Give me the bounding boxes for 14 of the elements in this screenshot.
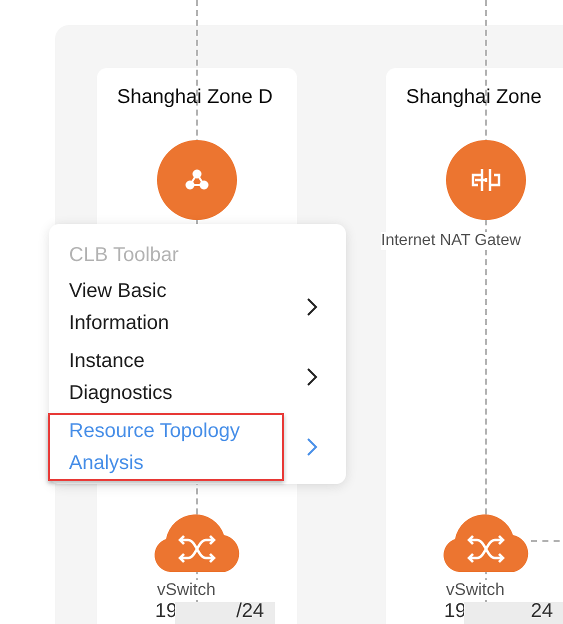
vswitch-label: vSwitch — [157, 580, 216, 600]
ip-suffix: /24 — [236, 600, 264, 622]
chevron-right-icon[interactable] — [306, 367, 318, 387]
menu-item[interactable]: View Basic Information — [48, 273, 284, 341]
chevron-right-icon[interactable] — [306, 297, 318, 317]
gateway-icon — [469, 167, 503, 193]
zone-title: Shanghai Zone D — [117, 86, 273, 109]
node-label: Internet NAT Gatew — [381, 232, 521, 250]
vswitch-label: vSwitch — [446, 580, 505, 600]
network-nodes-icon — [185, 169, 209, 191]
ip-suffix: 24 — [530, 600, 553, 622]
zone-title: Shanghai Zone — [406, 86, 542, 109]
menu-title: CLB Toolbar — [69, 244, 180, 267]
menu-item[interactable]: Instance Diagnostics — [48, 343, 284, 411]
